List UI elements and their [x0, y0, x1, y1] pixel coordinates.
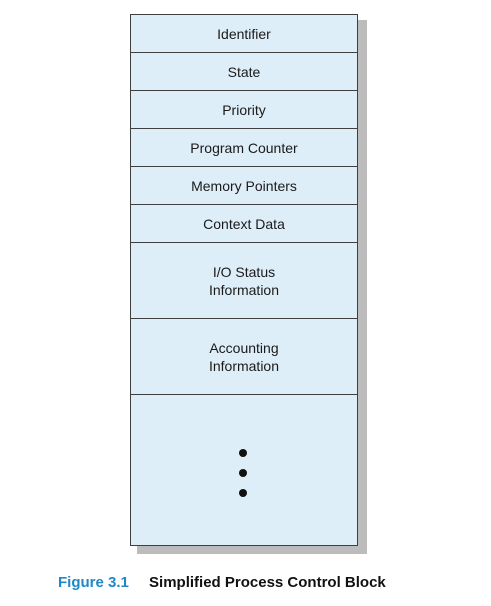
figure-number: Figure 3.1: [58, 574, 129, 591]
process-control-block: Identifier State Priority Program Counte…: [130, 14, 367, 554]
ellipsis-dot-icon: [239, 489, 247, 497]
field-identifier-label: Identifier: [217, 25, 271, 42]
field-priority: Priority: [131, 91, 357, 129]
field-context-data: Context Data: [131, 205, 357, 243]
field-continuation: [131, 395, 357, 545]
field-priority-label: Priority: [222, 101, 266, 118]
figure-caption: Figure 3.1 Simplified Process Control Bl…: [58, 574, 386, 591]
field-program-counter-label: Program Counter: [190, 139, 298, 156]
field-memory-pointers: Memory Pointers: [131, 167, 357, 205]
field-accounting-information-label: Accounting Information: [208, 339, 280, 374]
ellipsis-dot-icon: [239, 449, 247, 457]
figure-title: Simplified Process Control Block: [149, 574, 386, 591]
field-state: State: [131, 53, 357, 91]
field-io-status-information: I/O Status Information: [131, 243, 357, 319]
field-memory-pointers-label: Memory Pointers: [191, 177, 297, 194]
field-context-data-label: Context Data: [203, 215, 285, 232]
field-program-counter: Program Counter: [131, 129, 357, 167]
ellipsis-dot-icon: [239, 469, 247, 477]
field-state-label: State: [227, 63, 261, 80]
field-identifier: Identifier: [131, 15, 357, 53]
field-accounting-information: Accounting Information: [131, 319, 357, 395]
field-io-status-information-label: I/O Status Information: [208, 263, 280, 298]
pcb-table: Identifier State Priority Program Counte…: [130, 14, 358, 546]
